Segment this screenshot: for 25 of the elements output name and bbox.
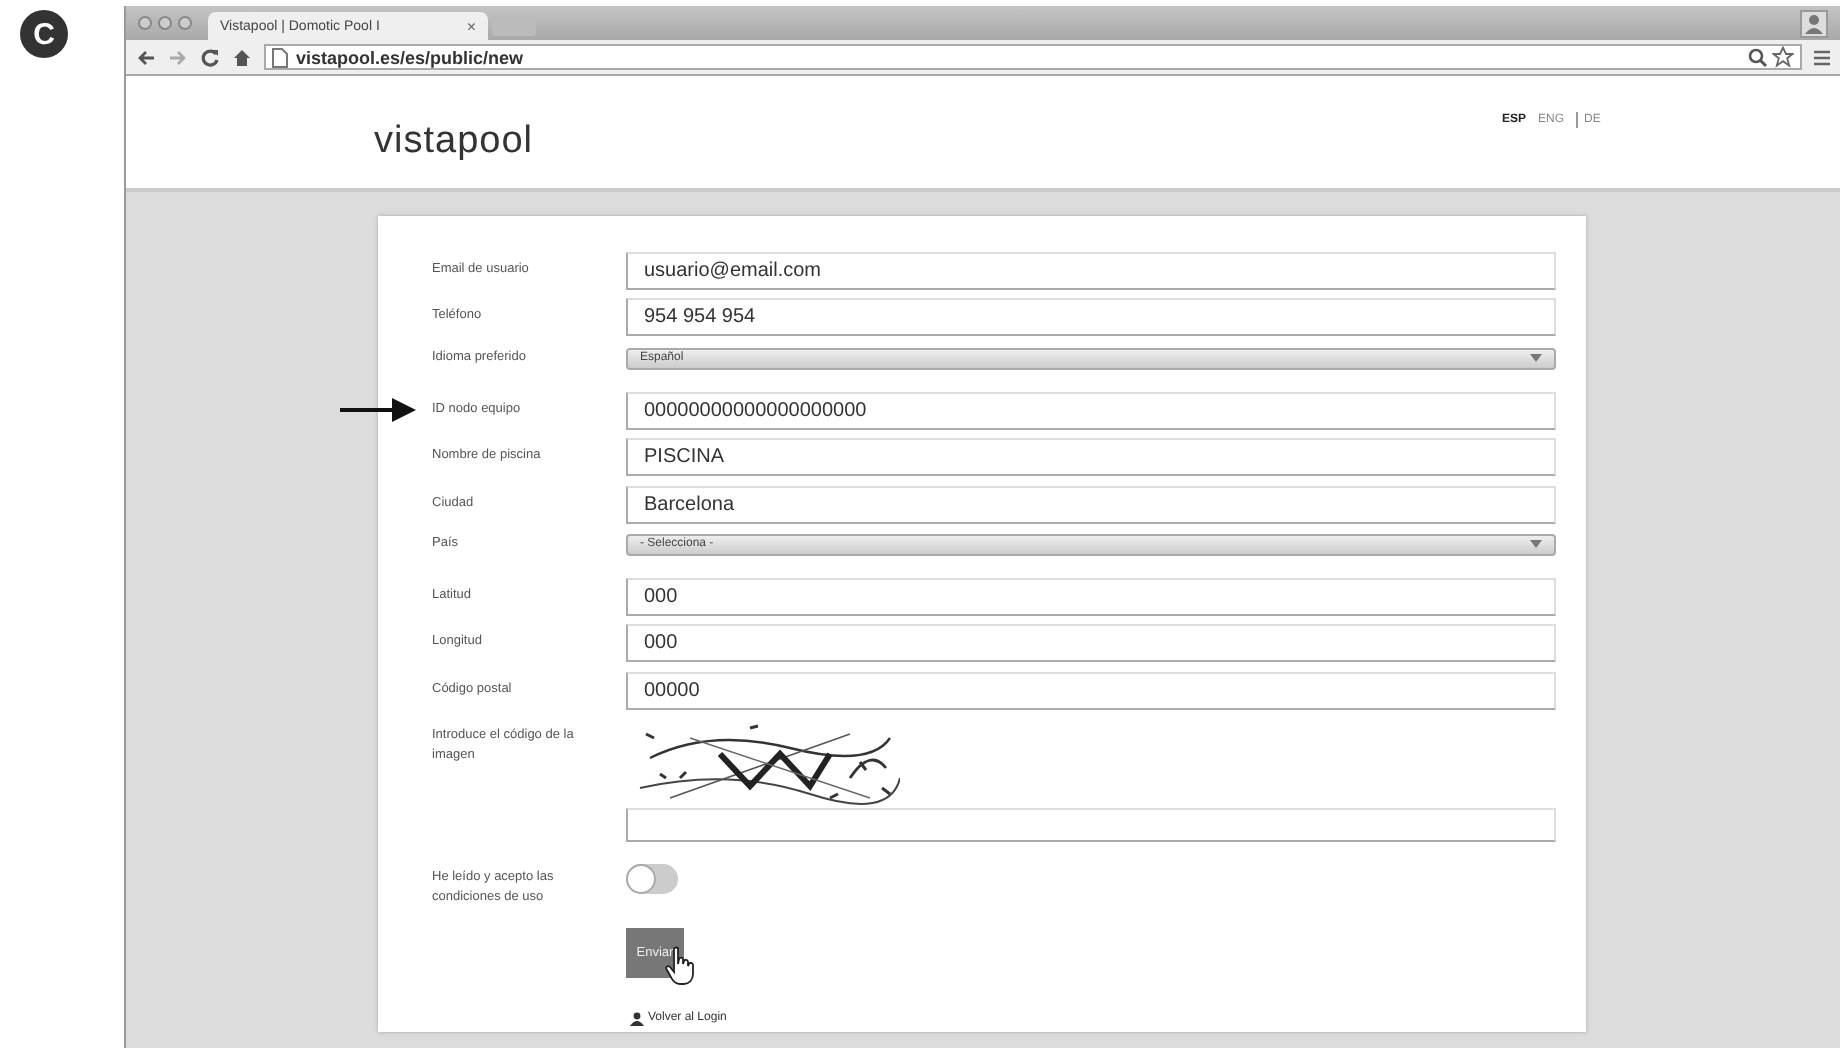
close-icon[interactable]: × xyxy=(466,17,476,35)
input-field[interactable]: PISCINA xyxy=(626,438,1556,477)
home-icon[interactable] xyxy=(232,47,252,67)
dropdown-arrow-icon xyxy=(1530,540,1542,549)
star-icon[interactable] xyxy=(1772,46,1794,68)
input-field[interactable]: 00000 xyxy=(626,671,1556,710)
reload-icon[interactable] xyxy=(200,47,220,67)
back-icon[interactable] xyxy=(136,47,156,67)
input-field[interactable]: usuario@email.com xyxy=(626,252,1556,290)
input-field[interactable] xyxy=(626,808,1556,843)
dropdown-arrow-icon xyxy=(1530,354,1542,363)
menu-icon[interactable] xyxy=(1814,47,1830,67)
input-field[interactable]: Barcelona xyxy=(626,485,1556,524)
input-field[interactable]: 000 xyxy=(626,577,1556,616)
input-field[interactable]: 00000000000000000000 xyxy=(626,391,1556,430)
input-field[interactable]: 954 954 954 xyxy=(626,298,1556,337)
figure-label: C xyxy=(20,10,68,58)
user-icon xyxy=(630,1011,644,1026)
toggle-switch[interactable] xyxy=(626,864,678,895)
page-icon xyxy=(272,47,288,67)
user-icon[interactable] xyxy=(1800,10,1828,38)
input-field[interactable]: 000 xyxy=(626,624,1556,663)
address-bar[interactable]: vistapool.es/es/public/new xyxy=(264,44,1802,70)
search-icon[interactable] xyxy=(1748,47,1768,67)
site-logo[interactable]: vistapool xyxy=(374,120,533,164)
